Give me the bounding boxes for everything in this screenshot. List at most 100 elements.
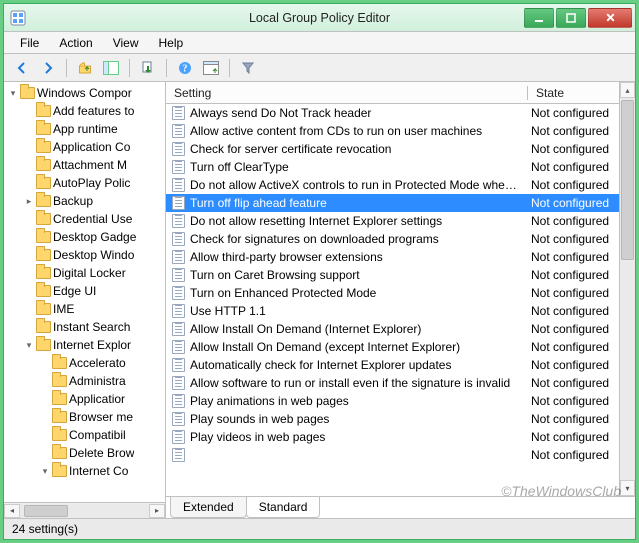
policy-name: Check for signatures on downloaded progr… xyxy=(190,232,527,246)
tree-item[interactable]: Desktop Windo xyxy=(6,246,165,264)
policy-icon xyxy=(170,429,186,445)
scroll-up-icon[interactable]: ▴ xyxy=(620,82,635,98)
tree-item[interactable]: Applicatior xyxy=(6,390,165,408)
scroll-down-icon[interactable]: ▾ xyxy=(620,480,635,496)
filter-button[interactable] xyxy=(236,57,260,79)
expand-icon[interactable]: ▾ xyxy=(8,88,18,99)
tree-item-label: Delete Brow xyxy=(69,446,134,460)
menu-file[interactable]: File xyxy=(12,34,47,52)
help-button[interactable]: ? xyxy=(173,57,197,79)
tree-item[interactable]: Application Co xyxy=(6,138,165,156)
tree-item-label: Windows Compor xyxy=(37,86,132,100)
policy-row[interactable]: Use HTTP 1.1Not configured xyxy=(166,302,619,320)
scroll-track[interactable] xyxy=(20,504,149,518)
policy-row[interactable]: Automatically check for Internet Explore… xyxy=(166,356,619,374)
tree-item[interactable]: App runtime xyxy=(6,120,165,138)
policy-icon xyxy=(170,249,186,265)
policy-name: Do not allow ActiveX controls to run in … xyxy=(190,178,527,192)
menu-action[interactable]: Action xyxy=(51,34,100,52)
policy-row[interactable]: Allow Install On Demand (Internet Explor… xyxy=(166,320,619,338)
tree-h-scrollbar[interactable]: ◂ ▸ xyxy=(4,502,165,518)
tree-item[interactable]: Credential Use xyxy=(6,210,165,228)
tree-item[interactable]: Instant Search xyxy=(6,318,165,336)
tree-item[interactable]: AutoPlay Polic xyxy=(6,174,165,192)
up-one-level-button[interactable] xyxy=(73,57,97,79)
expand-icon[interactable]: ▾ xyxy=(40,466,50,477)
folder-icon xyxy=(36,231,51,243)
policy-name: Automatically check for Internet Explore… xyxy=(190,358,527,372)
tree-item-label: IME xyxy=(53,302,74,316)
folder-icon xyxy=(36,303,51,315)
show-hide-tree-button[interactable] xyxy=(99,57,123,79)
menu-help[interactable]: Help xyxy=(151,34,192,52)
tree-item[interactable]: Compatibil xyxy=(6,426,165,444)
menu-view[interactable]: View xyxy=(105,34,147,52)
policy-icon xyxy=(170,105,186,121)
policy-row[interactable]: Check for server certificate revocationN… xyxy=(166,140,619,158)
tree-item[interactable]: Attachment M xyxy=(6,156,165,174)
tree-view[interactable]: ▾ Windows Compor Add features toApp runtim… xyxy=(4,82,165,502)
column-setting[interactable]: Setting xyxy=(166,86,527,100)
policy-row[interactable]: Not configured xyxy=(166,446,619,464)
list-v-scrollbar[interactable]: ▴ ▾ xyxy=(619,82,635,496)
tree-item-label: Desktop Gadge xyxy=(53,230,136,244)
tree-item[interactable]: Desktop Gadge xyxy=(6,228,165,246)
policy-state: Not configured xyxy=(527,250,619,264)
tab-standard[interactable]: Standard xyxy=(246,497,321,518)
app-icon xyxy=(10,10,26,26)
policy-row[interactable]: Do not allow resetting Internet Explorer… xyxy=(166,212,619,230)
tree-item[interactable]: Add features to xyxy=(6,102,165,120)
tab-extended[interactable]: Extended xyxy=(170,497,247,518)
policy-row[interactable]: Allow software to run or install even if… xyxy=(166,374,619,392)
policy-row[interactable]: Allow active content from CDs to run on … xyxy=(166,122,619,140)
policy-icon xyxy=(170,447,186,463)
policy-icon xyxy=(170,285,186,301)
folder-icon xyxy=(52,465,67,477)
policy-row[interactable]: Play videos in web pagesNot configured xyxy=(166,428,619,446)
policy-name: Turn off ClearType xyxy=(190,160,527,174)
tree-item[interactable]: Administra xyxy=(6,372,165,390)
tree-item[interactable]: Accelerato xyxy=(6,354,165,372)
policy-row[interactable]: Always send Do Not Track headerNot confi… xyxy=(166,104,619,122)
titlebar[interactable]: Local Group Policy Editor xyxy=(4,4,635,32)
export-list-button[interactable] xyxy=(136,57,160,79)
scroll-right-icon[interactable]: ▸ xyxy=(149,504,165,518)
close-button[interactable] xyxy=(588,8,632,28)
properties-button[interactable] xyxy=(199,57,223,79)
policy-row[interactable]: Turn on Caret Browsing supportNot config… xyxy=(166,266,619,284)
column-state[interactable]: State xyxy=(527,86,619,100)
expand-icon[interactable]: ▸ xyxy=(24,196,34,207)
tree-item-label: Credential Use xyxy=(53,212,132,226)
policy-row[interactable]: Allow third-party browser extensionsNot … xyxy=(166,248,619,266)
policy-icon xyxy=(170,141,186,157)
tree-item[interactable]: Delete Brow xyxy=(6,444,165,462)
policy-state: Not configured xyxy=(527,124,619,138)
scroll-left-icon[interactable]: ◂ xyxy=(4,504,20,518)
policy-row[interactable]: Play sounds in web pagesNot configured xyxy=(166,410,619,428)
policy-row[interactable]: Turn off flip ahead featureNot configure… xyxy=(166,194,619,212)
scroll-thumb[interactable] xyxy=(24,505,68,517)
tree-item[interactable]: Digital Locker xyxy=(6,264,165,282)
tree-item[interactable]: IME xyxy=(6,300,165,318)
maximize-button[interactable] xyxy=(556,8,586,28)
policy-row[interactable]: Do not allow ActiveX controls to run in … xyxy=(166,176,619,194)
policy-row[interactable]: Play animations in web pagesNot configur… xyxy=(166,392,619,410)
policy-row[interactable]: Turn off ClearTypeNot configured xyxy=(166,158,619,176)
back-button[interactable] xyxy=(10,57,34,79)
tree-item[interactable]: Edge UI xyxy=(6,282,165,300)
minimize-button[interactable] xyxy=(524,8,554,28)
tree-item[interactable]: ▾Internet Explor xyxy=(6,336,165,354)
scroll-track[interactable] xyxy=(620,98,635,480)
policy-row[interactable]: Allow Install On Demand (except Internet… xyxy=(166,338,619,356)
expand-icon[interactable]: ▾ xyxy=(24,340,34,351)
menubar: File Action View Help xyxy=(4,32,635,54)
tree-item[interactable]: ▾ Windows Compor xyxy=(6,84,165,102)
tree-item[interactable]: Browser me xyxy=(6,408,165,426)
tree-item[interactable]: ▾Internet Co xyxy=(6,462,165,480)
policy-row[interactable]: Check for signatures on downloaded progr… xyxy=(166,230,619,248)
scroll-thumb[interactable] xyxy=(621,100,634,260)
tree-pane: ▾ Windows Compor Add features toApp runtim… xyxy=(4,82,166,518)
forward-button[interactable] xyxy=(36,57,60,79)
policy-row[interactable]: Turn on Enhanced Protected ModeNot confi… xyxy=(166,284,619,302)
tree-item[interactable]: ▸Backup xyxy=(6,192,165,210)
